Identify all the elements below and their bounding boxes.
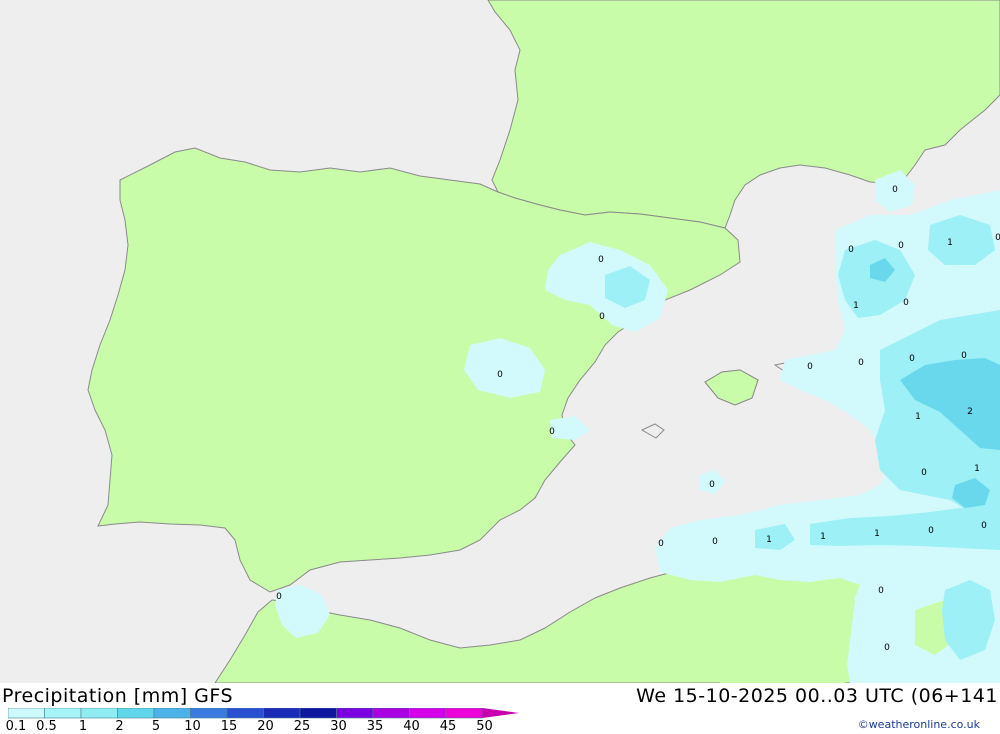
contour-label: 0	[903, 298, 909, 308]
scale-tick-label: 0.5	[36, 719, 57, 734]
scale-segment	[336, 708, 374, 719]
scale-segment	[409, 708, 447, 719]
contour-label: 0	[276, 592, 282, 602]
contour-label: 0	[549, 427, 555, 437]
contour-label: 0	[807, 362, 813, 372]
scale-tick-label: 50	[476, 719, 493, 734]
scale-tick-label: 1	[78, 719, 88, 734]
contour-label: 0	[884, 643, 890, 653]
contour-label: 0	[995, 233, 1000, 243]
scale-segment	[372, 708, 410, 719]
contour-label: 0	[599, 312, 605, 322]
contour-label: 0	[712, 537, 718, 547]
scale-segment	[80, 708, 118, 719]
scale-segment	[8, 708, 45, 719]
precipitation-map: 0 0 0 0 0 0 0 0 0 0 1 0 0 0 0 0 2 1 0 1 …	[0, 0, 1000, 683]
scale-tick-label: 40	[403, 719, 420, 734]
map-title: Precipitation [mm] GFS	[2, 685, 234, 707]
scale-tick-label: 15	[220, 719, 238, 734]
contour-label: 0	[878, 586, 884, 596]
scale-segment	[226, 708, 264, 719]
contour-label: 1	[874, 529, 880, 539]
scale-tick-label: 5	[151, 719, 161, 734]
scale-tick-label: 20	[257, 719, 274, 734]
contour-label: 0	[981, 521, 987, 531]
contour-label: 1	[820, 532, 826, 542]
contour-label: 1	[853, 301, 859, 311]
contour-label: 0	[598, 255, 604, 265]
scale-segment	[190, 708, 228, 719]
scale-segment	[299, 708, 337, 719]
contour-label: 0	[928, 526, 934, 536]
scale-tick-label: 0.1	[5, 719, 27, 734]
contour-label: 0	[709, 480, 715, 490]
scale-segment	[44, 708, 82, 719]
scale-tick-label: 35	[366, 719, 384, 734]
contour-label: 0	[858, 358, 864, 368]
contour-label: 0	[892, 185, 898, 195]
scale-arrow	[482, 708, 519, 718]
contour-label: 0	[921, 468, 927, 478]
scale-tick-label: 10	[184, 719, 201, 734]
scale-tick-label: 30	[330, 719, 347, 734]
scale-segment	[153, 708, 191, 719]
contour-label: 1	[766, 535, 772, 545]
scale-tick-label: 2	[115, 719, 124, 734]
contour-label: 0	[961, 351, 967, 361]
contour-label: 1	[974, 464, 980, 474]
contour-label: 0	[848, 245, 854, 255]
contour-label: 1	[947, 238, 953, 248]
contour-label: 0	[497, 370, 503, 380]
contour-label: 0	[898, 241, 904, 251]
credit-link[interactable]: ©weatheronline.co.uk	[858, 718, 980, 731]
contour-label: 0	[909, 354, 915, 364]
scale-tick-label: 45	[439, 719, 457, 734]
contour-label: 0	[658, 539, 664, 549]
scale-segment	[445, 708, 483, 719]
contour-label: 1	[915, 412, 921, 422]
scale-tick-label: 25	[293, 719, 311, 734]
scale-segment	[117, 708, 155, 719]
contour-label: 2	[967, 407, 973, 417]
scale-segment	[263, 708, 301, 719]
footer-bar: Precipitation [mm] GFS We 15-10-2025 00.…	[0, 683, 1000, 734]
forecast-datetime: We 15-10-2025 00..03 UTC (06+141	[636, 685, 998, 707]
